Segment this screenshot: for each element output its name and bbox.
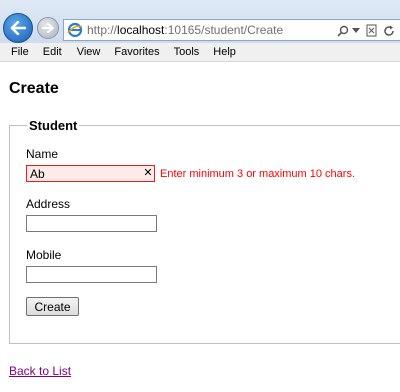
name-validation-message: Enter minimum 3 or maximum 10 chars. — [160, 168, 355, 180]
refresh-icon[interactable] — [382, 23, 396, 38]
search-icon[interactable] — [336, 23, 350, 38]
name-input[interactable] — [26, 165, 155, 182]
chevron-down-icon[interactable] — [351, 23, 361, 38]
menu-item-edit[interactable]: Edit — [43, 46, 62, 58]
menu-item-help[interactable]: Help — [213, 46, 236, 58]
url-scheme: http:// — [87, 23, 118, 37]
address-bar[interactable]: http://localhost:10165/student/Create — [63, 19, 400, 41]
menu-item-view[interactable]: View — [77, 46, 101, 58]
clear-icon[interactable]: ✕ — [142, 167, 154, 179]
address-input[interactable] — [26, 215, 157, 232]
page-title: Create — [9, 80, 59, 97]
menu-bar: File Edit View Favorites Tools Help — [0, 43, 400, 62]
name-label: Name — [26, 147, 59, 161]
url-path: :10165/student/Create — [164, 23, 284, 37]
back-arrow-icon — [10, 21, 26, 35]
menu-item-favorites[interactable]: Favorites — [114, 46, 159, 58]
mobile-label: Mobile — [26, 248, 62, 262]
mobile-input[interactable] — [26, 266, 157, 283]
ie-page-icon — [67, 22, 83, 38]
compatibility-view-icon[interactable] — [364, 23, 378, 38]
back-button[interactable] — [3, 13, 33, 43]
address-label: Address — [26, 197, 71, 211]
forward-arrow-icon — [42, 23, 54, 33]
back-to-list-link[interactable]: Back to List — [9, 364, 71, 378]
url-host: localhost — [117, 23, 165, 37]
address-url[interactable]: http://localhost:10165/student/Create — [87, 23, 283, 37]
create-button[interactable]: Create — [26, 297, 79, 316]
browser-toolbar: http://localhost:10165/student/Create — [0, 0, 400, 43]
menu-item-tools[interactable]: Tools — [174, 46, 200, 58]
forward-button[interactable] — [37, 17, 59, 39]
menu-item-file[interactable]: File — [11, 46, 29, 58]
fieldset-legend: Student — [27, 118, 80, 133]
